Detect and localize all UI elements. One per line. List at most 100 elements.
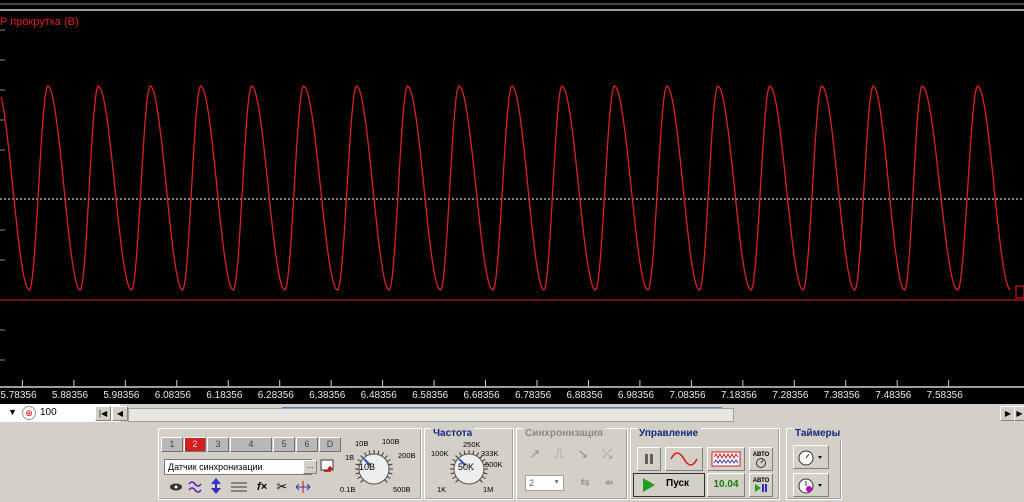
frequency-scale-250k: 250K [463, 440, 481, 449]
control-group: Управление АВТО Пуск 10.04 АВТО [630, 428, 780, 500]
eye-icon[interactable] [167, 479, 185, 495]
frequency-scale-1k: 1K [437, 485, 447, 494]
sync-channel-select[interactable]: 2 ▼ [525, 475, 564, 491]
voltage-scale-10v: 10В [355, 439, 369, 448]
plot-canvas [0, 3, 1024, 388]
sensor-select-value: Датчик синхронизации [168, 462, 263, 472]
scroll-start-button[interactable]: |◀ [95, 406, 111, 421]
voltage-scale-500v: 500В [393, 485, 411, 494]
voltage-scale-100v: 100В [382, 437, 400, 446]
svg-text:АВТО: АВТО [753, 478, 770, 484]
zoom-dropdown-icon[interactable]: ▼ [8, 407, 17, 417]
voltage-scale-01v: 0.1В [340, 485, 356, 494]
scroll-row: ▼ ⊕ 100 |◀ ◀ ▶ ▶ [0, 404, 1024, 422]
scissors-icon[interactable]: ✂ [273, 479, 291, 495]
time-tick-label: 5.78356 [0, 390, 37, 401]
svg-text:АВТО: АВТО [753, 452, 770, 458]
timers-title: Таймеры [793, 428, 843, 439]
voltage-scale-1v: 1В [345, 453, 355, 462]
scroll-end-button[interactable]: ▶ [1014, 406, 1024, 421]
sine-mode-button[interactable] [665, 447, 703, 471]
frequency-scale-500k: 500K [485, 460, 503, 469]
sync-pulse-icon[interactable]: ⎍ [549, 445, 569, 463]
time-tick-label: 6.28356 [257, 390, 294, 401]
channel-button-D[interactable]: D [319, 437, 341, 452]
sync-auto-icon[interactable]: ⤯ [597, 445, 617, 463]
stopwatch-icon [798, 450, 822, 466]
time-tick-label: 6.68356 [463, 390, 500, 401]
timer-2-button[interactable] [793, 473, 829, 497]
time-tick-label: 7.08356 [669, 390, 706, 401]
play-icon [643, 478, 655, 492]
channels-group: 123456D Датчик синхронизации ... f× ✂ 10… [158, 428, 422, 500]
channel-button-6[interactable]: 6 [296, 437, 318, 452]
function-icon[interactable]: f× [253, 479, 271, 495]
sync-dropdown-icon[interactable]: ▼ [553, 476, 560, 490]
sync-channel-value: 2 [529, 478, 535, 488]
pause-button[interactable] [637, 447, 661, 471]
vertical-scale-icon[interactable] [207, 477, 225, 495]
zoom-value: 100 [40, 407, 57, 418]
timer-1-button[interactable] [793, 445, 829, 469]
time-tick-label: 6.98356 [617, 390, 655, 401]
zoom-plus-icon[interactable]: ⊕ [22, 406, 36, 420]
channel-button-5[interactable]: 5 [273, 437, 295, 452]
time-tick-label: 5.98356 [103, 390, 140, 401]
time-tick-label: 7.28356 [772, 390, 809, 401]
auto-record-button[interactable]: АВТО [749, 473, 773, 497]
time-tick-label: 6.08356 [154, 390, 191, 401]
sync-title: Синхронизация [523, 428, 605, 439]
frequency-scale-333k: 333K [481, 449, 499, 458]
control-panel: 123456D Датчик синхронизации ... f× ✂ 10… [0, 422, 1024, 502]
start-button[interactable]: Пуск [633, 473, 705, 497]
sync-group: Синхронизация ↗ ⎍ ↘ ⤯ 2 ▼ ⇆ ⇻ [516, 428, 628, 500]
scroll-thumb-range[interactable] [282, 404, 722, 408]
frequency-group: Частота 50K 100K 250K 333K 500K 1M 1K [424, 428, 514, 500]
frequency-knob-value: 50K [458, 462, 475, 472]
start-label: Пуск [666, 478, 690, 489]
noise-wave-icon [711, 451, 741, 467]
frequency-scale-1m: 1M [483, 485, 494, 494]
sync-falling-edge-icon[interactable]: ↘ [573, 445, 593, 463]
time-tick-label: 7.18356 [720, 390, 757, 401]
time-tick-label: 6.58356 [412, 390, 449, 401]
control-title: Управление [637, 428, 701, 439]
sensor-select[interactable]: Датчик синхронизации [164, 459, 312, 475]
grid [0, 29, 950, 387]
oscilloscope-plot[interactable]: P прокрутка (В) [0, 0, 1024, 388]
grid-lines-icon[interactable] [229, 479, 249, 495]
channel-button-1[interactable]: 1 [161, 437, 183, 452]
auto-icon: АВТО [753, 452, 770, 468]
time-tick-label: 6.38356 [309, 390, 346, 401]
sync-shift-icon[interactable]: ⇻ [599, 473, 619, 491]
time-tick-label: 6.48356 [360, 390, 397, 401]
time-axis: 5.78356 5.88356 5.98356 6.08356 6.18356 6.283… [0, 388, 1024, 404]
auto-play-icon: АВТО [753, 478, 770, 492]
time-tick-label: 5.88356 [51, 390, 89, 401]
channel-button-4[interactable]: 4 [230, 437, 272, 452]
sync-rising-edge-icon[interactable]: ↗ [525, 445, 545, 463]
time-tick-label: 7.48356 [875, 390, 912, 401]
sensor-more-button[interactable]: ... [303, 460, 317, 474]
filter-wave-icon[interactable] [187, 479, 205, 495]
pause-icon [645, 454, 653, 464]
auto-scale-button[interactable]: АВТО [749, 447, 773, 471]
noise-mode-button[interactable] [707, 447, 745, 471]
sync-level-icon[interactable]: ⇆ [575, 473, 595, 491]
sine-icon [670, 452, 698, 466]
time-tick-label: 7.38356 [823, 390, 860, 401]
elapsed-time: 10.04 [707, 473, 745, 497]
scroll-track[interactable] [128, 408, 734, 422]
trigger-marker [1015, 285, 1024, 299]
time-tick-label: 7.58356 [926, 390, 963, 401]
time-tick-label: 6.78356 [514, 390, 552, 401]
frequency-scale-100k: 100K [431, 449, 449, 458]
channel-button-3[interactable]: 3 [207, 437, 229, 452]
voltage-scale-200v: 200В [398, 451, 416, 460]
cursor-measure-icon[interactable] [293, 479, 313, 495]
export-icon[interactable] [319, 457, 337, 475]
channel-button-2[interactable]: 2 [184, 437, 206, 452]
timers-group: Таймеры [786, 428, 843, 500]
scroll-left-button[interactable]: ◀ [112, 406, 128, 421]
sensor-more-label: ... [306, 461, 314, 470]
